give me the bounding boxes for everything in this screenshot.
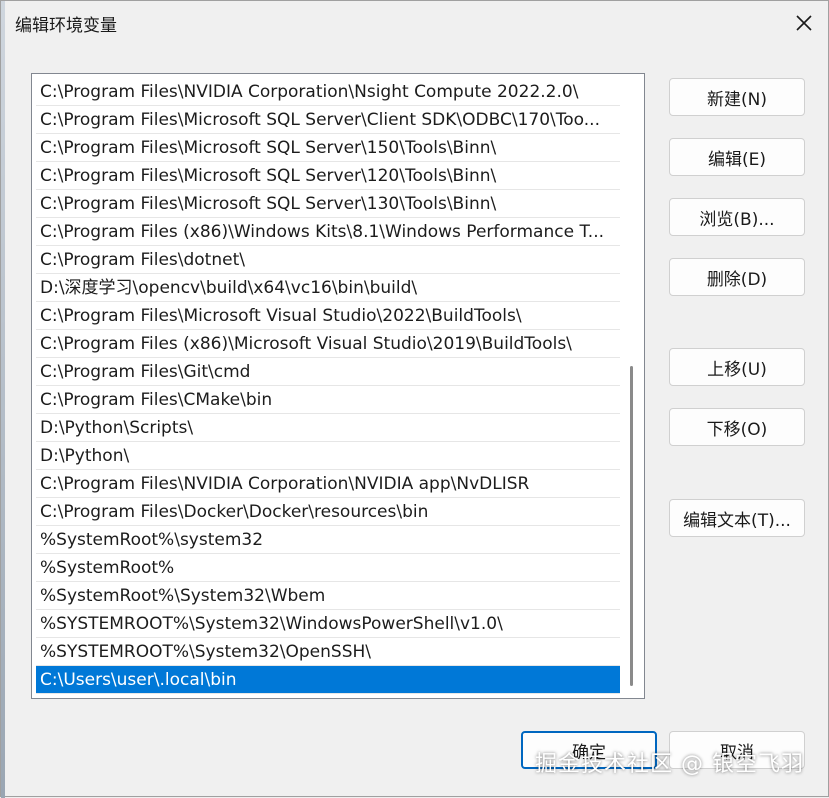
list-item[interactable]: C:\Program Files (x86)\Windows Kits\8.1\… [36,218,620,246]
background-window-edge [1,1,5,798]
browse-button[interactable]: 浏览(B)... [669,198,805,236]
move-down-button[interactable]: 下移(O) [669,408,805,446]
dialog-title: 编辑环境变量 [15,16,117,36]
list-item[interactable]: C:\Program Files\Docker\Docker\resources… [36,498,620,526]
list-item[interactable]: D:\Python\ [36,442,620,470]
list-item[interactable]: C:\Users\user\.local\bin [36,666,620,694]
list-item[interactable]: C:\Program Files\Microsoft SQL Server\15… [36,134,620,162]
list-item[interactable]: D:\Python\Scripts\ [36,414,620,442]
watermark: 掘金技术社区 @ 银空飞羽 [535,752,804,777]
list-item[interactable]: %SystemRoot%\System32\Wbem [36,582,620,610]
edit-env-variable-dialog: 编辑环境变量 C:\Program Files\NVIDIA Corporati… [0,0,829,798]
vertical-scrollbar[interactable] [622,76,642,696]
list-item[interactable]: C:\Program Files\Microsoft SQL Server\Cl… [36,106,620,134]
list-item[interactable]: C:\Program Files\CMake\bin [36,386,620,414]
list-item[interactable]: %SYSTEMROOT%\System32\OpenSSH\ [36,638,620,666]
move-up-button[interactable]: 上移(U) [669,348,805,386]
list-item[interactable]: D:\深度学习\opencv\build\x64\vc16\bin\build\ [36,274,620,302]
list-item[interactable]: C:\Program Files (x86)\Microsoft Visual … [36,330,620,358]
close-icon [796,15,812,31]
list-item[interactable]: C:\Program Files\NVIDIA Corporation\NVID… [36,470,620,498]
list-item[interactable]: C:\Program Files\Microsoft SQL Server\12… [36,162,620,190]
list-item[interactable]: C:\Program Files\Microsoft Visual Studio… [36,302,620,330]
list-item[interactable]: %SystemRoot% [36,554,620,582]
close-button[interactable] [786,5,822,41]
new-button[interactable]: 新建(N) [669,78,805,116]
list-item[interactable]: %SYSTEMROOT%\System32\WindowsPowerShell\… [36,610,620,638]
list-item[interactable]: C:\Program Files\Git\cmd [36,358,620,386]
list-item[interactable]: C:\Program Files\Microsoft SQL Server\13… [36,190,620,218]
edit-button[interactable]: 编辑(E) [669,138,805,176]
list-item[interactable]: %SystemRoot%\system32 [36,526,620,554]
edit-text-button[interactable]: 编辑文本(T)... [669,499,805,537]
path-list[interactable]: C:\Program Files\NVIDIA Corporation\Nsig… [31,73,645,699]
list-item[interactable]: C:\Program Files\NVIDIA Corporation\Nsig… [36,78,620,106]
path-list-rows: C:\Program Files\NVIDIA Corporation\Nsig… [36,78,620,694]
scrollbar-thumb[interactable] [630,366,633,686]
delete-button[interactable]: 删除(D) [669,258,805,296]
list-item[interactable]: C:\Program Files\dotnet\ [36,246,620,274]
